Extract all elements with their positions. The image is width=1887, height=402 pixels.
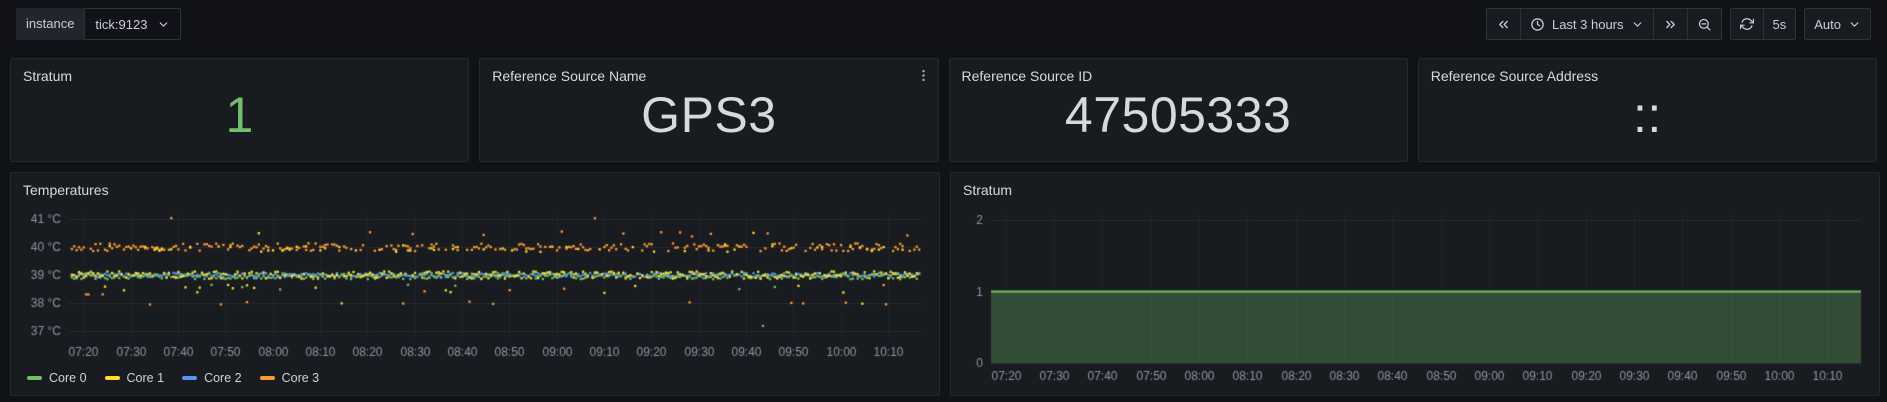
panel-title: Reference Source Address [1430, 68, 1599, 84]
series-color-marker [27, 376, 42, 380]
stat-value: GPS3 [641, 87, 777, 143]
legend-label: Core 2 [204, 371, 242, 385]
chevron-down-icon [157, 18, 170, 31]
stat-value: 47505333 [1064, 87, 1292, 143]
series-color-marker [182, 376, 198, 380]
stat-panel-reference-source-id: Reference Source ID 47505333 [948, 58, 1408, 162]
time-controls: Last 3 hours 5s Auto [1485, 8, 1871, 40]
stratum-chart[interactable] [963, 203, 1867, 391]
panel-title: Reference Source Name [492, 68, 647, 84]
stat-value: :: [1632, 87, 1662, 143]
time-shift-forward-button[interactable] [1652, 8, 1688, 40]
refresh-icon [1739, 17, 1754, 31]
chevron-down-icon [1848, 18, 1861, 31]
temperatures-chart[interactable] [23, 203, 927, 365]
time-shift-back-button[interactable] [1485, 8, 1521, 40]
legend-item-core-1[interactable]: Core 1 [104, 371, 165, 385]
temperatures-legend: Core 0 Core 1 Core 2 Core 3 [23, 367, 927, 389]
series-color-marker [104, 376, 120, 380]
stat-panel-stratum: Stratum 1 [10, 58, 470, 162]
variable-label: instance [16, 8, 85, 40]
stat-value: 1 [225, 87, 254, 143]
chevron-down-icon [1631, 18, 1644, 31]
variable-value-dropdown[interactable]: tick:9123 [84, 8, 182, 40]
panel-title: Stratum [963, 182, 1013, 198]
variable-value: tick:9123 [95, 16, 148, 32]
refresh-interval-label: 5s [1772, 16, 1787, 32]
chart-panel-row: Temperatures Core 0 Core 1 Core 2 Core 3… [10, 172, 1880, 396]
legend-label: Core 1 [126, 371, 165, 385]
chevrons-left-icon [1496, 17, 1511, 32]
clock-icon [1530, 17, 1545, 32]
panel-title: Temperatures [23, 182, 109, 198]
time-range-label: Last 3 hours [1551, 16, 1624, 32]
chevrons-right-icon [1663, 17, 1678, 32]
auto-label: Auto [1814, 16, 1841, 32]
stat-panel-row: Stratum 1 Reference Source Name GPS3 Ref… [10, 58, 1877, 162]
legend-item-core-0[interactable]: Core 0 [27, 371, 87, 385]
refresh-button[interactable] [1729, 8, 1764, 40]
refresh-group: 5s [1729, 8, 1797, 40]
temperatures-panel: Temperatures Core 0 Core 1 Core 2 Core 3 [10, 172, 940, 396]
legend-label: Core 3 [281, 371, 320, 385]
panel-title: Stratum [23, 68, 73, 84]
stat-panel-reference-source-address: Reference Source Address :: [1417, 58, 1877, 162]
kebab-menu-icon[interactable] [914, 66, 933, 85]
legend-item-core-2[interactable]: Core 2 [182, 371, 242, 385]
series-color-marker [259, 376, 275, 380]
zoom-out-button[interactable] [1686, 8, 1722, 40]
panel-title: Reference Source ID [961, 68, 1093, 84]
time-range-group: Last 3 hours [1485, 8, 1722, 40]
refresh-interval-button[interactable]: 5s [1762, 8, 1797, 40]
time-range-picker[interactable]: Last 3 hours [1519, 8, 1654, 40]
legend-item-core-3[interactable]: Core 3 [259, 371, 320, 385]
dashboard-body: Stratum 1 Reference Source Name GPS3 Ref… [0, 48, 1887, 396]
legend-label: Core 0 [49, 371, 87, 385]
template-variable-picker: instance tick:9123 [16, 8, 182, 40]
search-minus-icon [1697, 17, 1712, 32]
auto-dropdown[interactable]: Auto [1804, 8, 1871, 40]
stat-panel-reference-source-name: Reference Source Name GPS3 [479, 58, 939, 162]
stratum-panel: Stratum [950, 172, 1880, 396]
dashboard-header: instance tick:9123 Last 3 hours 5s Auto [0, 0, 1887, 48]
